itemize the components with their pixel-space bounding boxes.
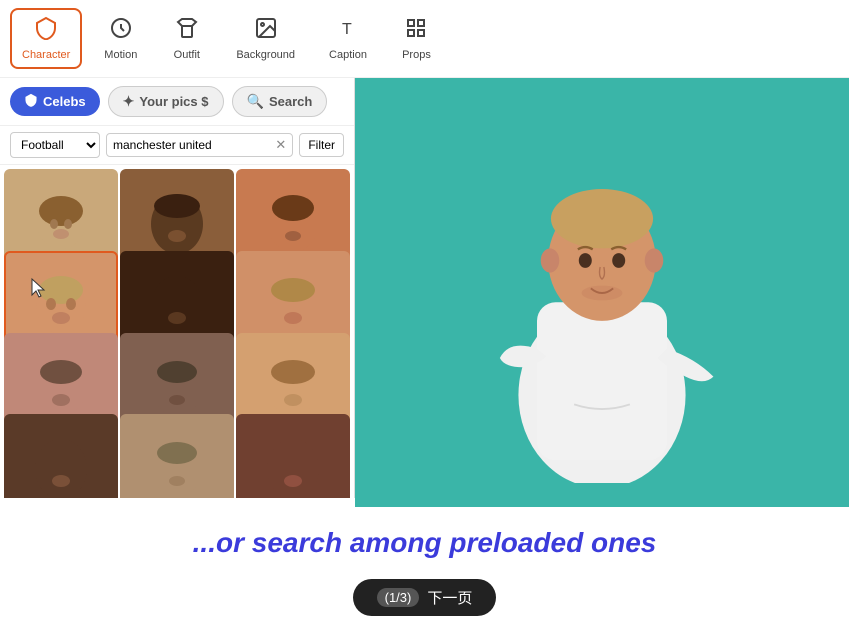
next-page-label: 下一页: [427, 587, 472, 608]
search-clear-button[interactable]: ✕: [275, 137, 286, 153]
search-icon: 🔍: [247, 93, 264, 110]
motion-icon: [109, 16, 133, 46]
celebs-icon: [24, 93, 38, 110]
character-figure: [472, 113, 732, 473]
toolbar-outfit[interactable]: Outfit: [159, 8, 214, 69]
toolbar-props[interactable]: Props: [389, 8, 444, 69]
face-card-10[interactable]: [4, 414, 118, 498]
character-icon: [34, 16, 58, 46]
toolbar-motion[interactable]: Motion: [92, 8, 149, 69]
toolbar-caption-label: Caption: [329, 49, 367, 61]
toolbar-character-label: Character: [22, 49, 70, 61]
tab-your-pics-label: Your pics $: [139, 94, 208, 109]
tab-search[interactable]: 🔍 Search: [232, 86, 328, 117]
tab-row: Celebs ✦ Your pics $ 🔍 Search: [0, 78, 354, 126]
face-image-10: [6, 416, 116, 498]
face-image-12: [238, 416, 348, 498]
main-layout: Celebs ✦ Your pics $ 🔍 Search Football B…: [0, 78, 849, 507]
next-page-button[interactable]: (1/3) 下一页: [353, 579, 497, 616]
search-input[interactable]: [113, 138, 272, 152]
tab-celebs[interactable]: Celebs: [10, 87, 100, 116]
search-input-wrap: ✕: [106, 133, 293, 157]
face-image-11: [122, 416, 232, 498]
toolbar-props-label: Props: [402, 49, 431, 61]
toolbar-background[interactable]: Background: [224, 8, 307, 69]
face-card-11[interactable]: [120, 414, 234, 498]
props-icon: [404, 16, 428, 46]
face-card-12[interactable]: [236, 414, 350, 498]
category-select[interactable]: Football Basketball Tennis: [10, 132, 100, 158]
pagination: (1/3) 下一页: [0, 569, 849, 626]
toolbar: Character Motion Outfit Background: [0, 0, 849, 78]
toolbar-motion-label: Motion: [104, 49, 137, 61]
search-row: Football Basketball Tennis ✕ Filter: [0, 126, 354, 165]
tab-celebs-label: Celebs: [43, 94, 86, 109]
toolbar-character[interactable]: Character: [10, 8, 82, 69]
character-svg: [472, 103, 732, 483]
page-badge: (1/3): [377, 588, 420, 607]
toolbar-background-label: Background: [236, 49, 295, 61]
background-icon: [254, 16, 278, 46]
your-pics-icon: ✦: [123, 93, 135, 110]
bottom-text: ...or search among preloaded ones: [0, 507, 849, 569]
face-grid: Marcos Rojo Namanja Matić: [0, 165, 354, 498]
left-panel: Celebs ✦ Your pics $ 🔍 Search Football B…: [0, 78, 355, 498]
svg-text:T: T: [342, 21, 352, 38]
filter-button[interactable]: Filter: [299, 133, 344, 157]
tab-your-pics[interactable]: ✦ Your pics $: [108, 86, 224, 117]
outfit-icon: [175, 16, 199, 46]
right-preview: [355, 78, 849, 507]
caption-icon: T: [336, 16, 360, 46]
toolbar-outfit-label: Outfit: [174, 49, 200, 61]
tab-search-label: Search: [269, 94, 312, 109]
toolbar-caption[interactable]: T Caption: [317, 8, 379, 69]
